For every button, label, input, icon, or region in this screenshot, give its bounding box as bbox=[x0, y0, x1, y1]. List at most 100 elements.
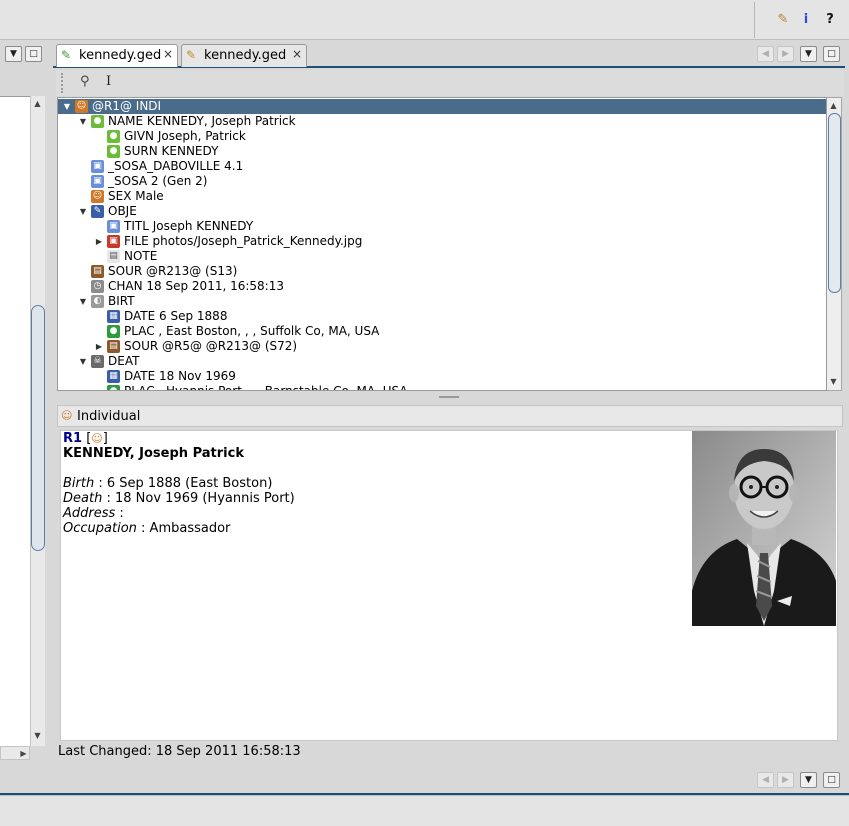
close-tab-icon[interactable]: × bbox=[292, 47, 302, 61]
tree-row-label: SURN KENNEDY bbox=[124, 144, 219, 158]
globe-icon: ● bbox=[107, 325, 120, 338]
tree-scroll-thumb[interactable] bbox=[828, 113, 841, 293]
collapse-toggle-icon[interactable]: ▼ bbox=[78, 204, 88, 219]
note-icon: ▤ bbox=[107, 250, 120, 263]
left-panel-hscrollbar[interactable]: ▶ bbox=[0, 746, 30, 760]
toolbar-separator bbox=[754, 2, 755, 38]
tree-row-label: _SOSA 2 (Gen 2) bbox=[108, 174, 208, 188]
field-sep: : bbox=[136, 521, 150, 536]
scroll-up-arrow-icon[interactable]: ▲ bbox=[31, 97, 44, 111]
person-photo bbox=[692, 431, 836, 626]
bottom-prev-button[interactable]: ◀ bbox=[757, 772, 774, 788]
bottom-maximize-button[interactable]: □ bbox=[823, 772, 840, 788]
collapse-toggle-icon[interactable]: ▼ bbox=[78, 294, 88, 309]
gedcom-tree[interactable]: ▼ ☺ @R1@ INDI ▼ ● NAME KENNEDY, Joseph Patric… bbox=[57, 97, 827, 391]
field-sep: : bbox=[94, 476, 107, 491]
field-value: 18 Nov 1969 (Hyannis Port) bbox=[114, 491, 295, 506]
collapse-toggle-icon[interactable]: ▼ bbox=[62, 99, 72, 114]
field-sep: : bbox=[102, 491, 115, 506]
tree-row[interactable]: ▼ ☺ @R1@ INDI bbox=[58, 99, 826, 114]
tree-row-label: SOUR @R5@ @R213@ (S72) bbox=[124, 339, 298, 353]
detail-header: ☺ Individual bbox=[57, 405, 843, 427]
tag-icon: ▣ bbox=[107, 220, 120, 233]
last-changed-status: Last Changed: 18 Sep 2011 16:58:13 bbox=[58, 744, 301, 759]
date-icon: ▦ bbox=[107, 310, 120, 323]
scroll-down-arrow-icon[interactable]: ▼ bbox=[827, 375, 840, 389]
clock-icon: ◷ bbox=[91, 280, 104, 293]
portrait-image bbox=[692, 431, 836, 626]
context-help-icon[interactable]: ? bbox=[821, 11, 839, 29]
field-value: 6 Sep 1888 (East Boston) bbox=[106, 476, 273, 491]
collapse-toggle-icon[interactable]: ▼ bbox=[78, 114, 88, 129]
tab-label: kennedy.ged bbox=[204, 48, 287, 63]
bottom-panel-bar bbox=[0, 765, 849, 795]
split-pane-divider[interactable] bbox=[57, 393, 843, 401]
tree-row-label: NOTE bbox=[124, 249, 158, 263]
expand-toggle-icon[interactable]: ▶ bbox=[94, 234, 104, 249]
tree-row-label: FILE photos/Joseph_Patrick_Kennedy.jpg bbox=[124, 234, 363, 248]
field-sep: : bbox=[115, 506, 124, 521]
person-icon: ☺ bbox=[75, 100, 88, 113]
scroll-right-arrow-icon[interactable]: ▶ bbox=[17, 747, 30, 761]
occupation-line: Occupation : Ambassador bbox=[63, 521, 230, 536]
tree-row-label: TITL Joseph KENNEDY bbox=[124, 219, 254, 233]
top-toolbar: ✎ i ? bbox=[0, 0, 849, 40]
bracket-close: ] bbox=[102, 431, 108, 446]
image-file-icon: ▣ bbox=[107, 235, 120, 248]
tag-icon: ▣ bbox=[91, 160, 104, 173]
death-icon: ☠ bbox=[91, 355, 104, 368]
tree-row-label: SOUR @R213@ (S13) bbox=[108, 264, 238, 278]
status-bar bbox=[0, 795, 849, 826]
birth-icon: ◐ bbox=[91, 295, 104, 308]
toolbar-grip[interactable] bbox=[61, 73, 65, 93]
tree-row-label: PLAC , Hyannis Port, , , Barnstable Co, … bbox=[124, 384, 408, 391]
prev-document-button[interactable]: ◀ bbox=[757, 46, 774, 62]
media-icon: ✎ bbox=[91, 205, 104, 218]
text-cursor-icon[interactable]: I bbox=[106, 74, 118, 90]
scroll-down-arrow-icon[interactable]: ▼ bbox=[31, 729, 44, 743]
tree-row-label: DATE 6 Sep 1888 bbox=[124, 309, 228, 323]
address-line: Address : bbox=[63, 506, 124, 521]
globe-icon: ● bbox=[107, 385, 120, 390]
field-value: Ambassador bbox=[149, 521, 231, 536]
tree-view-icon: ✎ bbox=[186, 48, 197, 62]
left-panel-maximize-button[interactable]: □ bbox=[25, 46, 42, 62]
tab-kennedy-ged-edit[interactable]: ✎ kennedy.ged × bbox=[56, 44, 178, 67]
death-line: Death : 18 Nov 1969 (Hyannis Port) bbox=[63, 491, 295, 506]
date-icon: ▦ bbox=[107, 370, 120, 383]
source-icon: ▤ bbox=[107, 340, 120, 353]
hint-icon[interactable]: ✎ bbox=[774, 11, 792, 29]
field-label: Occupation bbox=[63, 521, 137, 536]
scroll-up-arrow-icon[interactable]: ▲ bbox=[827, 99, 840, 113]
info-icon[interactable]: i bbox=[797, 11, 815, 29]
tree-row-label: OBJE bbox=[108, 204, 137, 218]
splitter-knob[interactable] bbox=[439, 396, 459, 398]
left-panel-scroll-thumb[interactable] bbox=[31, 305, 45, 551]
person-icon: ☺ bbox=[61, 409, 73, 422]
document-list-dropdown-button[interactable]: ▼ bbox=[800, 46, 817, 62]
tree-row-label: NAME KENNEDY, Joseph Patrick bbox=[108, 114, 296, 128]
link-icon[interactable]: ⚲ bbox=[80, 74, 96, 90]
record-id-link[interactable]: R1 bbox=[63, 431, 82, 446]
source-icon: ▤ bbox=[91, 265, 104, 278]
close-tab-icon[interactable]: × bbox=[163, 47, 173, 61]
expand-toggle-icon[interactable]: ▶ bbox=[94, 339, 104, 354]
pencil-edit-icon: ✎ bbox=[61, 48, 72, 62]
bottom-next-button[interactable]: ▶ bbox=[777, 772, 794, 788]
tree-row-label: DEAT bbox=[108, 354, 140, 368]
collapse-toggle-icon[interactable]: ▼ bbox=[78, 354, 88, 369]
tab-kennedy-ged-tree[interactable]: ✎ kennedy.ged × bbox=[181, 44, 307, 67]
person-icon: ☺ bbox=[91, 432, 103, 445]
bottom-dropdown-button[interactable]: ▼ bbox=[800, 772, 817, 788]
field-label: Address bbox=[63, 506, 116, 521]
tree-row-label: BIRT bbox=[108, 294, 135, 308]
left-panel-dropdown-button[interactable]: ▼ bbox=[5, 46, 22, 62]
tree-row-label: PLAC , East Boston, , , Suffolk Co, MA, … bbox=[124, 324, 380, 338]
person-icon: ☺ bbox=[91, 190, 104, 203]
tag-icon: ▣ bbox=[91, 175, 104, 188]
tree-row-label: @R1@ INDI bbox=[92, 99, 162, 113]
next-document-button[interactable]: ▶ bbox=[777, 46, 794, 62]
tree-row-label: SEX Male bbox=[108, 189, 164, 203]
tree-row-label: CHAN 18 Sep 2011, 16:58:13 bbox=[108, 279, 284, 293]
maximize-editor-button[interactable]: □ bbox=[823, 46, 840, 62]
